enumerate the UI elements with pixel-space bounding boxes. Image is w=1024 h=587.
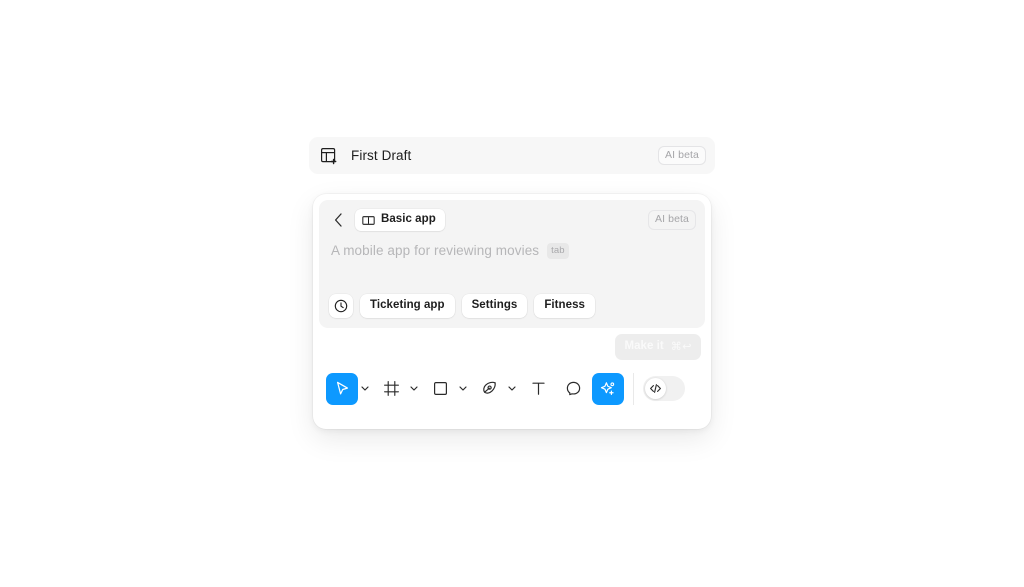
shape-tool-caret[interactable]: [456, 373, 470, 405]
prompt-input[interactable]: A mobile app for reviewing movies tab: [331, 243, 696, 259]
shape-tool[interactable]: [424, 373, 456, 405]
suggestion-row: Ticketing app Settings Fitness: [329, 294, 696, 318]
suggestion-chip-fitness[interactable]: Fitness: [534, 294, 595, 318]
clock-history-icon[interactable]: [329, 294, 353, 318]
prompt-region[interactable]: Basic app AI beta A mobile app for revie…: [319, 200, 705, 328]
frame-tool[interactable]: [375, 373, 407, 405]
ai-beta-badge: AI beta: [658, 145, 706, 166]
suggestion-chip-ticketing-app[interactable]: Ticketing app: [360, 294, 455, 318]
prompt-placeholder-text: A mobile app for reviewing movies: [331, 243, 540, 258]
mode-chip-basic-app[interactable]: Basic app: [355, 209, 445, 231]
make-it-shortcut: ⌘↩: [670, 340, 692, 353]
toolbar: [319, 366, 705, 411]
frame-tool-caret[interactable]: [407, 373, 421, 405]
code-icon: [645, 378, 666, 399]
first-draft-bar[interactable]: First Draft AI beta: [309, 137, 715, 174]
mode-chip-label: Basic app: [381, 213, 436, 226]
chevron-left-icon[interactable]: [329, 211, 347, 229]
pen-tool-caret[interactable]: [505, 373, 519, 405]
ai-tool[interactable]: [592, 372, 624, 405]
pen-tool[interactable]: [473, 373, 505, 405]
book-icon: [362, 214, 375, 227]
tab-key-hint: tab: [547, 243, 569, 259]
page-title: First Draft: [351, 147, 412, 163]
toolbar-divider: [633, 372, 634, 405]
frame-add-icon: [320, 147, 338, 165]
comment-tool[interactable]: [557, 373, 589, 405]
dev-mode-toggle[interactable]: [643, 376, 685, 401]
make-it-label: Make it: [624, 340, 664, 353]
prompt-header: Basic app AI beta: [328, 209, 696, 231]
move-tool-caret[interactable]: [358, 373, 372, 405]
first-draft-panel: Basic app AI beta A mobile app for revie…: [313, 194, 711, 429]
suggestion-chip-settings[interactable]: Settings: [461, 294, 528, 318]
ai-beta-badge: AI beta: [648, 210, 696, 230]
text-tool[interactable]: [522, 373, 554, 405]
submit-row: Make it ⌘↩: [319, 328, 705, 366]
move-tool[interactable]: [326, 372, 358, 405]
make-it-button[interactable]: Make it ⌘↩: [615, 334, 701, 360]
